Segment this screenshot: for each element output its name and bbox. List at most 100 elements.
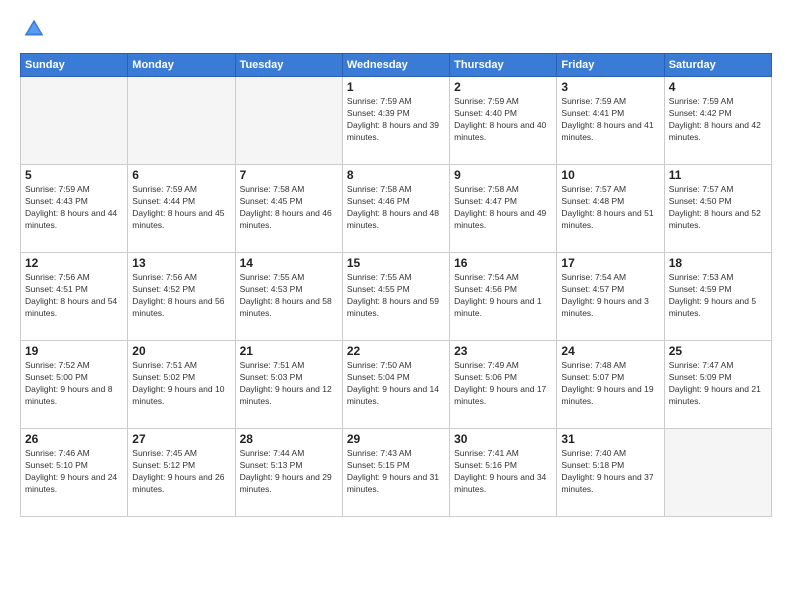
day-info: Sunrise: 7:59 AMSunset: 4:42 PMDaylight:…: [669, 96, 767, 144]
day-number: 6: [132, 168, 230, 182]
column-header-thursday: Thursday: [450, 54, 557, 77]
calendar-cell: 16 Sunrise: 7:54 AMSunset: 4:56 PMDayligh…: [450, 253, 557, 341]
day-info: Sunrise: 7:59 AMSunset: 4:39 PMDaylight:…: [347, 96, 445, 144]
day-number: 29: [347, 432, 445, 446]
day-number: 14: [240, 256, 338, 270]
day-number: 1: [347, 80, 445, 94]
day-info: Sunrise: 7:59 AMSunset: 4:40 PMDaylight:…: [454, 96, 552, 144]
calendar-cell: 22Sunrise: 7:50 AMSunset: 5:04 PMDayligh…: [342, 341, 449, 429]
day-number: 2: [454, 80, 552, 94]
day-number: 17: [561, 256, 659, 270]
day-info: Sunrise: 7:55 AMSunset: 4:53 PMDaylight:…: [240, 272, 338, 320]
day-info: Sunrise: 7:54 AMSunset: 4:57 PMDaylight:…: [561, 272, 659, 320]
day-info: Sunrise: 7:57 AMSunset: 4:48 PMDaylight:…: [561, 184, 659, 232]
calendar-cell: 25Sunrise: 7:47 AMSunset: 5:09 PMDayligh…: [664, 341, 771, 429]
column-header-tuesday: Tuesday: [235, 54, 342, 77]
day-info: Sunrise: 7:49 AMSunset: 5:06 PMDaylight:…: [454, 360, 552, 408]
day-number: 28: [240, 432, 338, 446]
calendar-cell: 30 Sunrise: 7:41 AMSunset: 5:16 PMDayligh…: [450, 429, 557, 517]
day-info: Sunrise: 7:51 AMSunset: 5:03 PMDaylight:…: [240, 360, 338, 408]
day-info: Sunrise: 7:59 AMSunset: 4:43 PMDaylight:…: [25, 184, 123, 232]
calendar-cell: 7 Sunrise: 7:58 AMSunset: 4:45 PMDaylight…: [235, 165, 342, 253]
calendar-cell: 29 Sunrise: 7:43 AMSunset: 5:15 PMDayligh…: [342, 429, 449, 517]
calendar-cell: 26 Sunrise: 7:46 AMSunset: 5:10 PMDayligh…: [21, 429, 128, 517]
column-header-sunday: Sunday: [21, 54, 128, 77]
calendar-cell: 11 Sunrise: 7:57 AMSunset: 4:50 PMDayligh…: [664, 165, 771, 253]
day-number: 3: [561, 80, 659, 94]
day-number: 26: [25, 432, 123, 446]
day-number: 30: [454, 432, 552, 446]
day-info: Sunrise: 7:43 AMSunset: 5:15 PMDaylight:…: [347, 448, 445, 496]
calendar-cell: 6 Sunrise: 7:59 AMSunset: 4:44 PMDaylight…: [128, 165, 235, 253]
calendar-cell: 4 Sunrise: 7:59 AMSunset: 4:42 PMDaylight…: [664, 77, 771, 165]
day-number: 18: [669, 256, 767, 270]
calendar-cell: [21, 77, 128, 165]
header: [20, 15, 772, 43]
calendar-cell: 17 Sunrise: 7:54 AMSunset: 4:57 PMDayligh…: [557, 253, 664, 341]
calendar-cell: 9 Sunrise: 7:58 AMSunset: 4:47 PMDaylight…: [450, 165, 557, 253]
calendar-cell: 1 Sunrise: 7:59 AMSunset: 4:39 PMDaylight…: [342, 77, 449, 165]
day-info: Sunrise: 7:54 AMSunset: 4:56 PMDaylight:…: [454, 272, 552, 320]
calendar-cell: 23 Sunrise: 7:49 AMSunset: 5:06 PMDayligh…: [450, 341, 557, 429]
day-info: Sunrise: 7:46 AMSunset: 5:10 PMDaylight:…: [25, 448, 123, 496]
day-info: Sunrise: 7:59 AMSunset: 4:41 PMDaylight:…: [561, 96, 659, 144]
day-number: 15: [347, 256, 445, 270]
day-info: Sunrise: 7:40 AMSunset: 5:18 PMDaylight:…: [561, 448, 659, 496]
day-number: 27: [132, 432, 230, 446]
calendar-week-4: 26 Sunrise: 7:46 AMSunset: 5:10 PMDayligh…: [21, 429, 772, 517]
calendar-cell: 12 Sunrise: 7:56 AMSunset: 4:51 PMDayligh…: [21, 253, 128, 341]
logo-icon: [20, 15, 48, 43]
calendar-cell: 13 Sunrise: 7:56 AMSunset: 4:52 PMDayligh…: [128, 253, 235, 341]
day-info: Sunrise: 7:44 AMSunset: 5:13 PMDaylight:…: [240, 448, 338, 496]
day-info: Sunrise: 7:56 AMSunset: 4:51 PMDaylight:…: [25, 272, 123, 320]
day-info: Sunrise: 7:47 AMSunset: 5:09 PMDaylight:…: [669, 360, 767, 408]
calendar-week-2: 12 Sunrise: 7:56 AMSunset: 4:51 PMDayligh…: [21, 253, 772, 341]
day-info: Sunrise: 7:53 AMSunset: 4:59 PMDaylight:…: [669, 272, 767, 320]
day-number: 5: [25, 168, 123, 182]
calendar-cell: [128, 77, 235, 165]
calendar-cell: 20Sunrise: 7:51 AMSunset: 5:02 PMDayligh…: [128, 341, 235, 429]
day-info: Sunrise: 7:55 AMSunset: 4:55 PMDaylight:…: [347, 272, 445, 320]
calendar-table: SundayMondayTuesdayWednesdayThursdayFrid…: [20, 53, 772, 517]
calendar-cell: 24 Sunrise: 7:48 AMSunset: 5:07 PMDayligh…: [557, 341, 664, 429]
calendar-cell: 28 Sunrise: 7:44 AMSunset: 5:13 PMDayligh…: [235, 429, 342, 517]
calendar-cell: 27 Sunrise: 7:45 AMSunset: 5:12 PMDayligh…: [128, 429, 235, 517]
day-info: Sunrise: 7:58 AMSunset: 4:46 PMDaylight:…: [347, 184, 445, 232]
day-info: Sunrise: 7:51 AMSunset: 5:02 PMDaylight:…: [132, 360, 230, 408]
calendar-week-3: 19 Sunrise: 7:52 AMSunset: 5:00 PMDayligh…: [21, 341, 772, 429]
day-info: Sunrise: 7:48 AMSunset: 5:07 PMDaylight:…: [561, 360, 659, 408]
calendar-cell: 8 Sunrise: 7:58 AMSunset: 4:46 PMDaylight…: [342, 165, 449, 253]
logo: [20, 15, 52, 43]
calendar-cell: 15 Sunrise: 7:55 AMSunset: 4:55 PMDayligh…: [342, 253, 449, 341]
calendar-cell: 19 Sunrise: 7:52 AMSunset: 5:00 PMDayligh…: [21, 341, 128, 429]
day-number: 19: [25, 344, 123, 358]
day-number: 11: [669, 168, 767, 182]
calendar-cell: [664, 429, 771, 517]
day-number: 7: [240, 168, 338, 182]
day-info: Sunrise: 7:58 AMSunset: 4:45 PMDaylight:…: [240, 184, 338, 232]
day-info: Sunrise: 7:58 AMSunset: 4:47 PMDaylight:…: [454, 184, 552, 232]
day-number: 9: [454, 168, 552, 182]
day-info: Sunrise: 7:57 AMSunset: 4:50 PMDaylight:…: [669, 184, 767, 232]
day-number: 4: [669, 80, 767, 94]
day-number: 22: [347, 344, 445, 358]
column-header-friday: Friday: [557, 54, 664, 77]
day-number: 13: [132, 256, 230, 270]
column-header-saturday: Saturday: [664, 54, 771, 77]
day-number: 23: [454, 344, 552, 358]
day-info: Sunrise: 7:41 AMSunset: 5:16 PMDaylight:…: [454, 448, 552, 496]
calendar-cell: 10Sunrise: 7:57 AMSunset: 4:48 PMDayligh…: [557, 165, 664, 253]
calendar-cell: [235, 77, 342, 165]
day-number: 16: [454, 256, 552, 270]
day-info: Sunrise: 7:45 AMSunset: 5:12 PMDaylight:…: [132, 448, 230, 496]
day-info: Sunrise: 7:52 AMSunset: 5:00 PMDaylight:…: [25, 360, 123, 408]
day-info: Sunrise: 7:59 AMSunset: 4:44 PMDaylight:…: [132, 184, 230, 232]
day-number: 8: [347, 168, 445, 182]
day-number: 21: [240, 344, 338, 358]
calendar-cell: 2 Sunrise: 7:59 AMSunset: 4:40 PMDaylight…: [450, 77, 557, 165]
day-info: Sunrise: 7:56 AMSunset: 4:52 PMDaylight:…: [132, 272, 230, 320]
column-header-monday: Monday: [128, 54, 235, 77]
day-number: 31: [561, 432, 659, 446]
day-number: 12: [25, 256, 123, 270]
day-number: 24: [561, 344, 659, 358]
